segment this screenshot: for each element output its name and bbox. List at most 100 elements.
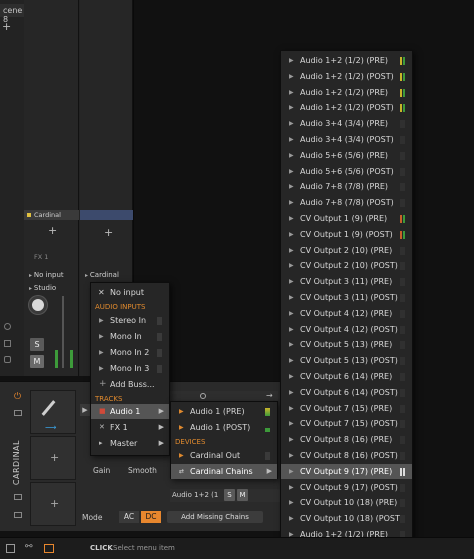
fx-input-select[interactable]: ▸ Cardinal	[82, 270, 132, 281]
chain-menu-item[interactable]: ▶ Audio 5+6 (5/6) (PRE)	[281, 148, 412, 163]
chain-menu-item[interactable]: ▶ CV Output 8 (16) (PRE)	[281, 432, 412, 447]
chain-menu-item[interactable]: ▶ Audio 1+2 (1/2) (PRE)	[281, 85, 412, 100]
menu-item-audio-1-post[interactable]: ▶ Audio 1 (POST)	[171, 420, 277, 435]
chain-menu-item[interactable]: ▶ CV Output 6 (14) (POST)	[281, 385, 412, 400]
chevron-right-icon[interactable]: ▶	[80, 404, 90, 416]
add-icon[interactable]: +	[2, 20, 11, 33]
meter-icon	[400, 373, 405, 381]
mode-dc-button[interactable]: DC	[141, 511, 161, 523]
chain-menu-item[interactable]: ▶ Audio 3+4 (3/4) (PRE)	[281, 116, 412, 131]
chain-menu-item[interactable]: ▶ CV Output 7 (15) (PRE)	[281, 401, 412, 416]
chain-menu-item[interactable]: ▶ CV Output 4 (12) (POST)	[281, 322, 412, 337]
menu-item-audio-1-pre[interactable]: ▶ Audio 1 (PRE)	[171, 404, 277, 419]
chain-menu-item[interactable]: ▶ Audio 1+2 (1/2) (POST)	[281, 100, 412, 115]
expand-icon[interactable]	[14, 512, 22, 518]
menu-item-label: Mono In 3	[110, 364, 150, 373]
chain-menu-item[interactable]: ▶ Audio 1+2 (1/2) (PRE)	[281, 53, 412, 68]
menu-item-audio-input[interactable]: ▶ Stereo In	[91, 313, 169, 328]
play-icon: ▶	[289, 120, 294, 128]
meter-icon	[400, 151, 405, 160]
chain-menu-item[interactable]: ▶ CV Output 5 (13) (POST)	[281, 353, 412, 368]
add-missing-chains-button[interactable]: Add Missing Chains	[167, 511, 263, 523]
menu-item-label: Cardinal Chains	[190, 467, 253, 476]
chain-menu-item[interactable]: ▶ CV Output 9 (17) (POST)	[281, 480, 412, 495]
chain-menu-item[interactable]: ▶ CV Output 3 (11) (POST)	[281, 290, 412, 305]
menu-item-track-audio-1[interactable]: ■ Audio 1 ▶	[91, 404, 169, 419]
chain-menu-item[interactable]: ▶ CV Output 7 (15) (POST)	[281, 416, 412, 431]
chain-menu-item[interactable]: ▶ CV Output 4 (12) (PRE)	[281, 306, 412, 321]
meter-icon	[400, 357, 405, 366]
section-header-label: DEVICES	[175, 438, 206, 446]
sidebar-toggle-icon[interactable]	[6, 544, 15, 553]
chain-menu-item[interactable]: ▶ CV Output 6 (14) (PRE)	[281, 369, 412, 384]
scene-tab[interactable]: cene 8	[0, 4, 24, 24]
menu-item-label: CV Output 8 (16) (PRE)	[300, 435, 393, 445]
sidebar-icon[interactable]	[14, 410, 22, 416]
track-header-fx[interactable]	[80, 210, 133, 220]
menu-item-add-buss[interactable]: + Add Buss...	[91, 377, 169, 392]
chain-menu-item[interactable]: ▶ Audio 5+6 (5/6) (POST)	[281, 164, 412, 179]
chain-label: Audio 1+2 (1	[172, 491, 219, 499]
chain-mute-button[interactable]: M	[237, 489, 248, 501]
link-icon[interactable]: ⚯	[25, 542, 33, 552]
menu-item-audio-input[interactable]: ▶ Mono In 3	[91, 361, 169, 376]
mode-ac-button[interactable]: AC	[119, 511, 139, 523]
menu-item-track-master[interactable]: ▸ Master ▶	[91, 436, 169, 451]
chain-solo-button[interactable]: S	[224, 489, 235, 501]
device-slot-empty[interactable]: +	[30, 482, 76, 526]
chain-menu-item[interactable]: ▶ Audio 1+2 (1/2) (POST)	[281, 69, 412, 84]
device-slot-active[interactable]: ⟶	[30, 390, 76, 434]
track-header[interactable]: Cardinal	[24, 210, 79, 220]
add-device-icon[interactable]: +	[104, 226, 113, 239]
menu-item-label: Audio 3+4 (3/4) (POST)	[300, 135, 394, 144]
panel-icon[interactable]	[44, 544, 54, 553]
menu-item-audio-input[interactable]: ▶ Mono In 2	[91, 345, 169, 360]
menu-section-devices: DEVICES	[171, 436, 277, 448]
fx-input-label: Cardinal	[89, 271, 119, 279]
menu-item-cardinal-chains[interactable]: ⇄ Cardinal Chains ▶	[171, 464, 277, 479]
chain-menu-item[interactable]: ▶ CV Output 2 (10) (PRE)	[281, 243, 412, 258]
status-hint: Select menu item	[113, 544, 175, 552]
volume-knob[interactable]	[29, 296, 47, 314]
menu-item-no-input[interactable]: ✕ No input	[91, 285, 169, 300]
chain-menu-item[interactable]: ▶ CV Output 1 (9) (PRE)	[281, 211, 412, 226]
meter-icon	[265, 428, 270, 432]
chain-menu-item[interactable]: ▶ CV Output 10 (18) (POST)	[281, 511, 412, 526]
add-device-icon[interactable]: +	[48, 224, 57, 237]
volume-fader[interactable]	[62, 296, 64, 368]
menu-item-cardinal-out[interactable]: ▶ Cardinal Out	[171, 448, 277, 463]
chain-row[interactable]: Audio 1+2 (1 S M	[170, 489, 280, 502]
play-icon: ▶	[289, 167, 294, 175]
solo-button[interactable]: S	[30, 338, 44, 351]
submenu-arrow-icon: ▶	[158, 423, 164, 431]
input-select[interactable]: ▸ No input	[26, 270, 78, 281]
chain-menu-item[interactable]: ▶ CV Output 5 (13) (PRE)	[281, 337, 412, 352]
meter-icon	[400, 294, 405, 302]
menu-item-track-fx-1[interactable]: ✕ FX 1 ▶	[91, 420, 169, 435]
chain-menu-item[interactable]: ▶ CV Output 8 (16) (POST)	[281, 448, 412, 463]
chain-menu-item[interactable]: ▶ Audio 7+8 (7/8) (POST)	[281, 195, 412, 210]
mute-button[interactable]: M	[30, 355, 44, 368]
menu-item-audio-input[interactable]: ▶ Mono In	[91, 329, 169, 344]
chain-menu-item[interactable]: ▶ CV Output 2 (10) (POST)	[281, 258, 412, 273]
settings-icon[interactable]	[4, 323, 11, 330]
route-icon[interactable]	[4, 356, 11, 363]
meter-icon	[400, 325, 405, 334]
chain-menu-item[interactable]: ▶ CV Output 9 (17) (PRE)	[281, 463, 412, 479]
chain-menu-item[interactable]: ▶ Audio 7+8 (7/8) (PRE)	[281, 179, 412, 194]
device-slot-empty[interactable]: +	[30, 436, 76, 480]
chain-menu-item[interactable]: ▶ CV Output 1 (9) (POST)	[281, 227, 412, 242]
arrow-right-icon[interactable]: →	[266, 391, 273, 400]
menu-item-label: Stereo In	[110, 316, 147, 325]
track-name: Cardinal	[34, 211, 61, 219]
chain-menu-item[interactable]: ▶ CV Output 3 (11) (PRE)	[281, 274, 412, 289]
automation-icon[interactable]	[14, 494, 22, 500]
meter-icon	[400, 246, 405, 255]
power-icon[interactable]: ⏻	[14, 392, 21, 402]
search-icon[interactable]	[200, 393, 206, 399]
output-select[interactable]: ▸ Studio	[26, 283, 78, 294]
chain-menu-item[interactable]: ▶ Audio 3+4 (3/4) (POST)	[281, 132, 412, 147]
play-icon: ▶	[99, 365, 104, 372]
chain-menu-item[interactable]: ▶ CV Output 10 (18) (PRE)	[281, 495, 412, 510]
link-icon[interactable]	[4, 340, 11, 347]
